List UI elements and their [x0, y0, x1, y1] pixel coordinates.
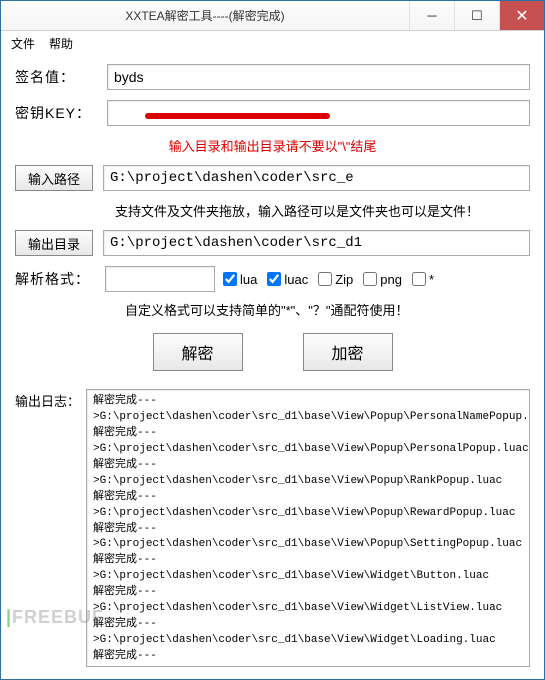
format-hint: 自定义格式可以支持简单的"*"、"？"通配符使用！	[125, 300, 530, 319]
key-redaction	[145, 113, 330, 119]
app-window: XXTEA解密工具----(解密完成) ─ ☐ ✕ 文件 帮助 签名值： 密钥K…	[0, 0, 545, 680]
output-path-field[interactable]	[103, 230, 530, 256]
format-option-*[interactable]: *	[412, 272, 434, 287]
format-checkbox-Zip[interactable]	[318, 272, 332, 286]
format-option-png[interactable]: png	[363, 272, 402, 287]
encrypt-button[interactable]: 加密	[303, 333, 393, 371]
label-key: 密钥KEY：	[15, 103, 97, 123]
format-label: lua	[240, 272, 257, 287]
format-label: Zip	[335, 272, 353, 287]
decrypt-button[interactable]: 解密	[153, 333, 243, 371]
menubar: 文件 帮助	[1, 31, 544, 58]
close-button[interactable]: ✕	[499, 1, 544, 30]
minimize-button[interactable]: ─	[409, 1, 454, 30]
signature-input[interactable]	[107, 64, 530, 90]
format-label: png	[380, 272, 402, 287]
path-hint: 输入目录和输出目录请不要以"\"结尾	[15, 136, 530, 155]
log-output[interactable]: 解密完成--->G:\project\dashen\coder\src_d1\b…	[86, 389, 530, 667]
format-checkbox-lua[interactable]	[223, 272, 237, 286]
input-path-button[interactable]: 输入路径	[15, 165, 93, 191]
output-path-button[interactable]: 输出目录	[15, 230, 93, 256]
titlebar[interactable]: XXTEA解密工具----(解密完成) ─ ☐ ✕	[1, 1, 544, 31]
format-checkbox-luac[interactable]	[267, 272, 281, 286]
menu-file[interactable]: 文件	[11, 35, 35, 52]
label-log: 输出日志：	[15, 389, 80, 410]
window-title: XXTEA解密工具----(解密完成)	[1, 7, 409, 24]
format-custom-input[interactable]	[105, 266, 215, 292]
format-checkbox-png[interactable]	[363, 272, 377, 286]
input-path-field[interactable]	[103, 165, 530, 191]
format-option-luac[interactable]: luac	[267, 272, 308, 287]
label-parse-format: 解析格式：	[15, 269, 97, 289]
window-controls: ─ ☐ ✕	[409, 1, 544, 30]
format-label: luac	[284, 272, 308, 287]
maximize-button[interactable]: ☐	[454, 1, 499, 30]
menu-help[interactable]: 帮助	[49, 35, 73, 52]
input-path-hint: 支持文件及文件夹拖放，输入路径可以是文件夹也可以是文件！	[115, 201, 530, 220]
format-checkbox-*[interactable]	[412, 272, 426, 286]
format-option-lua[interactable]: lua	[223, 272, 257, 287]
format-label: *	[429, 272, 434, 287]
label-signature: 签名值：	[15, 67, 97, 87]
content-area: 签名值： 密钥KEY： 输入目录和输出目录请不要以"\"结尾 输入路径 支持文件…	[1, 58, 544, 679]
format-option-Zip[interactable]: Zip	[318, 272, 353, 287]
